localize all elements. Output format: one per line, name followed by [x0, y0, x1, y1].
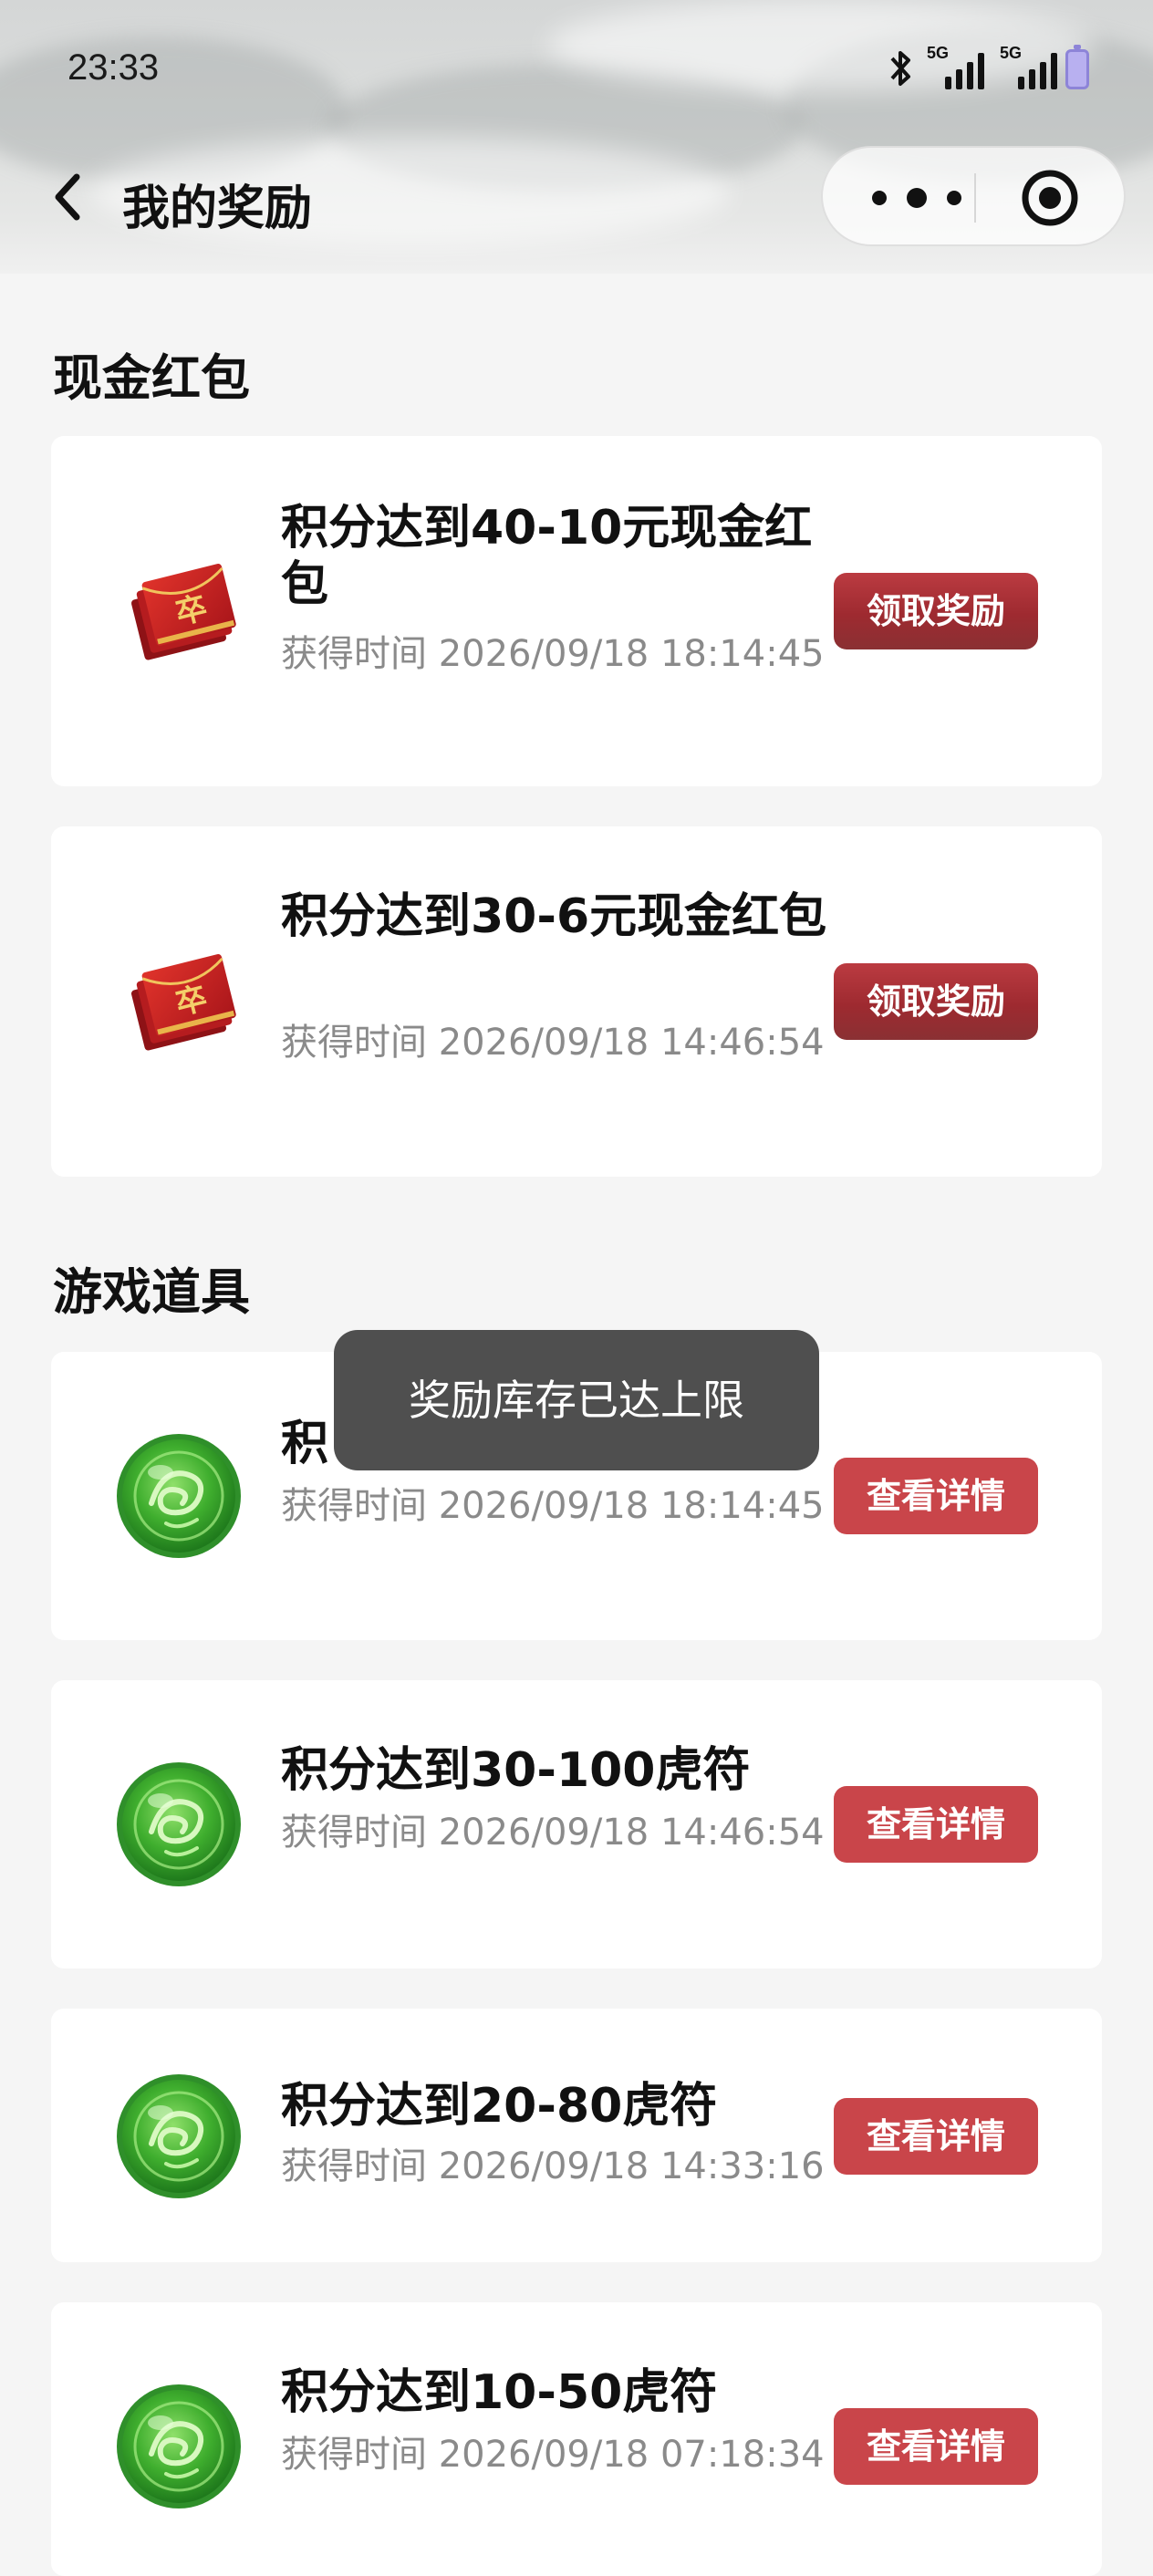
page-title: 我的奖励	[122, 182, 313, 236]
mini-program-capsule	[821, 146, 1126, 246]
reward-time: 获得时间 2026/09/18 18:14:45	[281, 1485, 825, 1527]
toast-message: 奖励库存已达上限	[334, 1330, 819, 1470]
reward-title: 积分达到30-6元现金红包	[281, 889, 827, 944]
status-time: 23:33	[68, 47, 160, 88]
reward-card: 积分达到30-100虎符 获得时间 2026/09/18 14:46:54 查看…	[51, 1680, 1102, 1968]
reward-time: 获得时间 2026/09/18 14:46:54	[281, 1812, 825, 1854]
signal-icon: 5G	[992, 44, 1057, 89]
reward-card: 积分达到30-6元现金红包 获得时间 2026/09/18 14:46:54 领…	[51, 826, 1102, 1177]
jade-tiger-token-icon	[115, 1761, 243, 1888]
reward-card: 积分达到40-10元现金红包 获得时间 2026/09/18 18:14:45 …	[51, 436, 1102, 786]
reward-title: 积分达到40-10元现金红包	[281, 501, 813, 612]
reward-title: 积分达到20-80虎符	[281, 2079, 718, 2134]
more-dots-icon[interactable]	[867, 186, 967, 210]
reward-card: 积分达到10-50虎符 获得时间 2026/09/18 07:18:34 查看详…	[51, 2302, 1102, 2576]
view-details-button[interactable]: 查看详情	[834, 2098, 1038, 2175]
header: 23:33 5G 5G 我的奖励	[0, 0, 1153, 274]
bluetooth-icon	[890, 51, 910, 86]
jade-tiger-token-icon	[115, 2072, 243, 2200]
chevron-left-icon[interactable]	[46, 170, 91, 224]
jade-tiger-token-icon	[115, 1432, 243, 1560]
status-icons: 5G 5G	[885, 44, 1089, 89]
reward-time: 获得时间 2026/09/18 14:33:16	[281, 2145, 825, 2187]
view-details-button[interactable]: 查看详情	[834, 1458, 1038, 1534]
claim-reward-button[interactable]: 领取奖励	[834, 963, 1038, 1040]
section-title-cash: 现金红包	[53, 349, 250, 407]
view-details-button[interactable]: 查看详情	[834, 1786, 1038, 1863]
reward-title: 积分达到30-100虎符	[281, 1743, 751, 1798]
reward-card: 积分达到20-80虎符 获得时间 2026/09/18 14:33:16 查看详…	[51, 2009, 1102, 2262]
section-title-props: 游戏道具	[53, 1263, 250, 1321]
reward-time: 获得时间 2026/09/18 14:46:54	[281, 1022, 825, 1064]
reward-time: 获得时间 2026/09/18 18:14:45	[281, 633, 825, 675]
reward-title: 积分达到10-50虎符	[281, 2365, 718, 2420]
target-circle-icon[interactable]	[1020, 168, 1080, 228]
red-envelope-icon	[115, 940, 243, 1067]
capsule-divider	[974, 173, 976, 223]
claim-reward-button[interactable]: 领取奖励	[834, 573, 1038, 649]
view-details-button[interactable]: 查看详情	[834, 2408, 1038, 2485]
signal-icon: 5G	[927, 44, 984, 89]
reward-time: 获得时间 2026/09/18 07:18:34	[281, 2434, 825, 2476]
jade-tiger-token-icon	[115, 2383, 243, 2510]
battery-icon	[1065, 45, 1089, 89]
red-envelope-icon	[115, 549, 243, 677]
